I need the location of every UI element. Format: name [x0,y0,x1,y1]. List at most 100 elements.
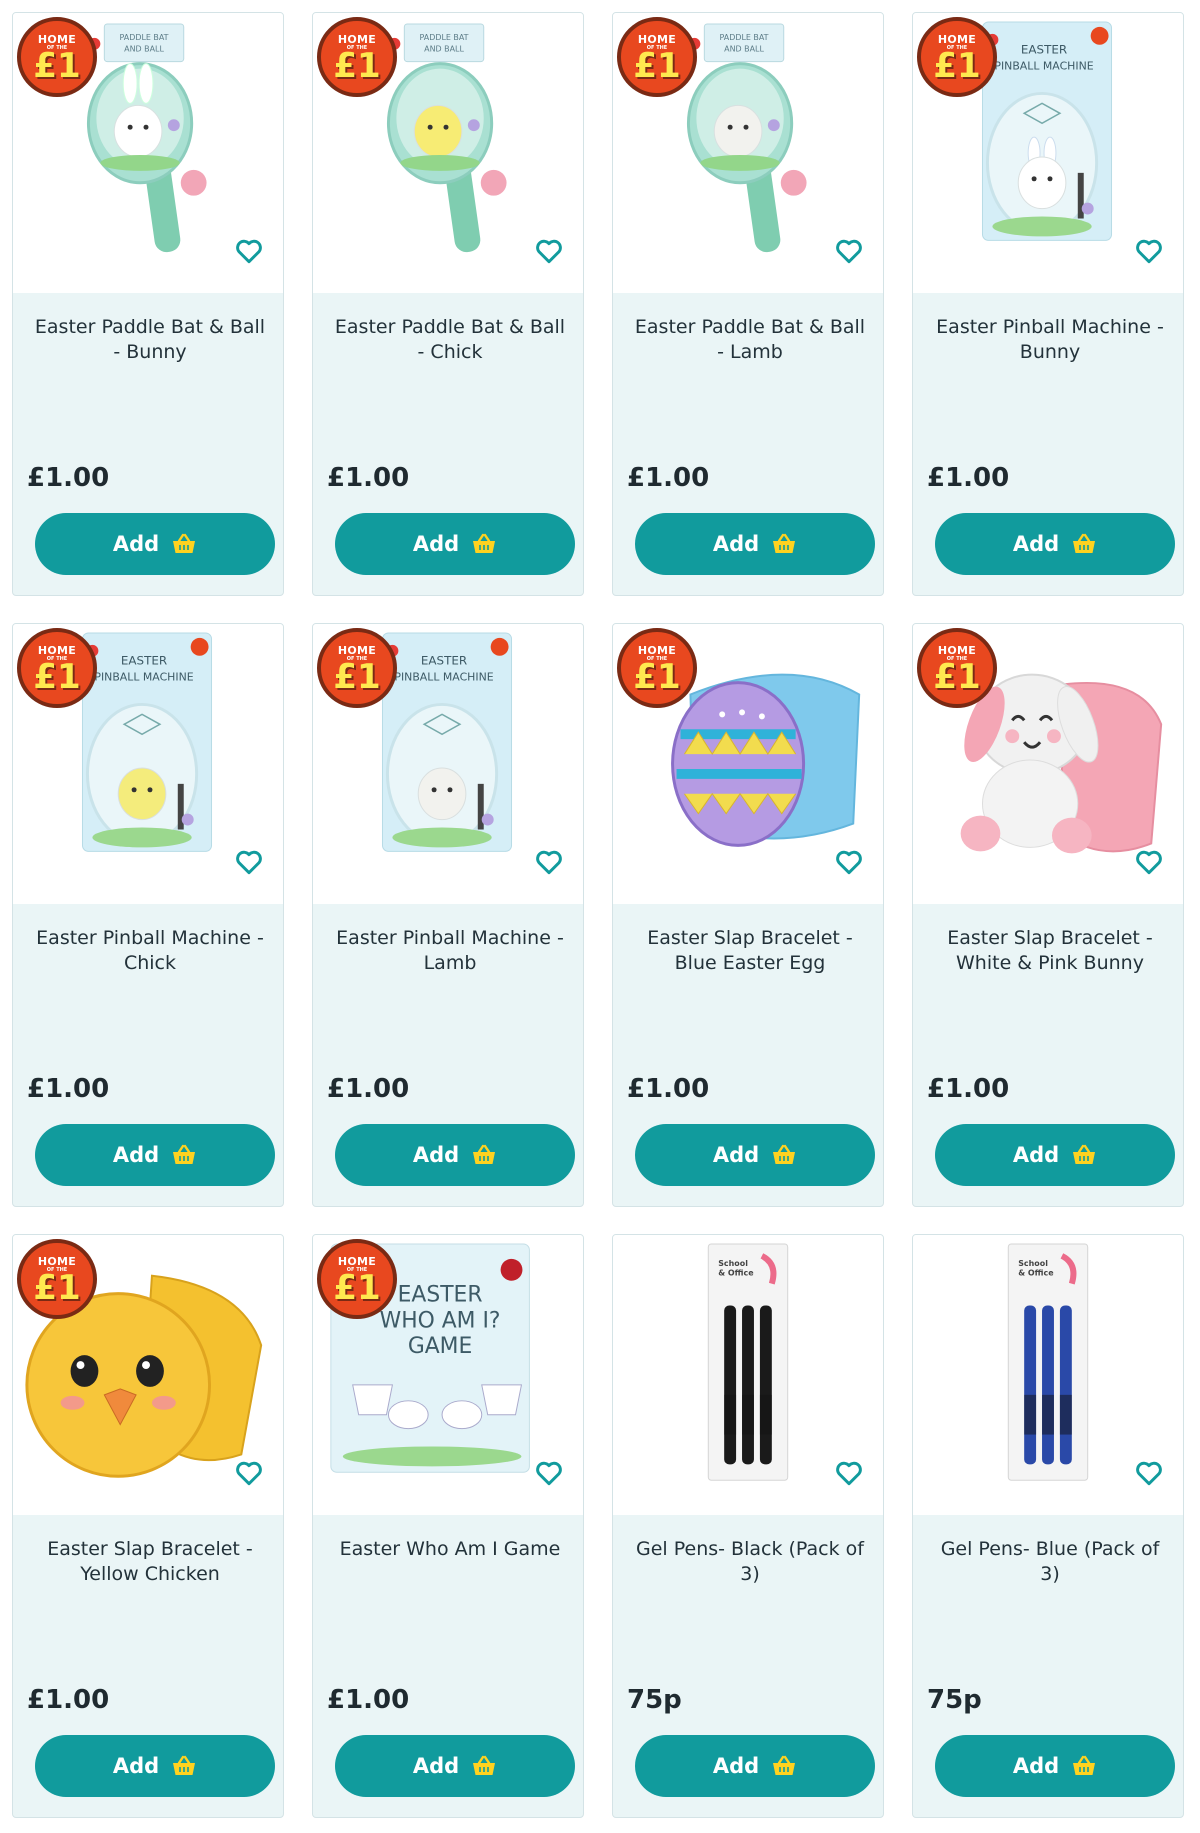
badge-top-text: HOME [337,33,377,46]
product-card[interactable]: EASTER PINBALL MACHINE HOME OF THE £1 Ea… [312,623,584,1207]
product-price: £1.00 [927,1074,1010,1104]
product-card[interactable]: HOME OF THE £1 Easter Slap Bracelet - Bl… [612,623,884,1207]
basket-icon [471,1755,497,1777]
product-card[interactable]: HOME OF THE £1 Easter Slap Bracelet - Ye… [12,1234,284,1818]
add-button-label: Add [412,1143,460,1167]
product-name[interactable]: Easter Slap Bracelet - Yellow Chicken [29,1537,271,1587]
product-name[interactable]: Easter Pinball Machine - Chick [29,926,271,976]
add-button-label: Add [112,532,160,556]
product-price: £1.00 [27,1074,110,1104]
badge-top-text: HOME [37,1255,77,1268]
wishlist-heart-icon[interactable] [833,1457,865,1489]
product-name[interactable]: Easter Paddle Bat & Ball - Bunny [29,315,271,365]
add-to-basket-button[interactable]: Add [635,1735,875,1797]
packaging-text: & Office [1018,1269,1053,1278]
basket-icon [1071,1144,1097,1166]
wishlist-heart-icon[interactable] [833,846,865,878]
add-to-basket-button[interactable]: Add [35,1124,275,1186]
product-price: 75p [627,1685,682,1715]
add-to-basket-button[interactable]: Add [635,513,875,575]
packaging-text: EASTER [121,654,167,668]
wishlist-heart-icon[interactable] [1133,235,1165,267]
badge-top-text: HOME [637,33,677,46]
badge-price-text: £1 [333,1268,381,1308]
add-button-label: Add [712,1754,760,1778]
wishlist-heart-icon[interactable] [533,235,565,267]
packaging-text: AND BALL [424,45,464,54]
wishlist-heart-icon[interactable] [533,846,565,878]
product-card[interactable]: PADDLE BAT AND BALL HOME OF THE £1 Easte… [312,12,584,596]
packaging-text: EASTER [421,654,467,668]
product-card[interactable]: HOME OF THE £1 Easter Slap Bracelet - Wh… [912,623,1184,1207]
basket-icon [471,533,497,555]
wishlist-heart-icon[interactable] [233,846,265,878]
add-to-basket-button[interactable]: Add [935,1735,1175,1797]
product-card[interactable]: EASTER PINBALL MACHINE HOME OF THE £1 Ea… [912,12,1184,596]
add-to-basket-button[interactable]: Add [635,1124,875,1186]
product-name[interactable]: Easter Pinball Machine - Lamb [329,926,571,976]
product-price: £1.00 [27,463,110,493]
badge-price-text: £1 [633,46,681,86]
badge-top-text: HOME [37,33,77,46]
add-to-basket-button[interactable]: Add [35,1735,275,1797]
product-card[interactable]: PADDLE BAT AND BALL HOME OF THE £1 Easte… [12,12,284,596]
badge-price-text: £1 [33,1268,81,1308]
product-name[interactable]: Easter Slap Bracelet - White & Pink Bunn… [929,926,1171,976]
product-price: £1.00 [627,463,710,493]
product-name[interactable]: Easter Pinball Machine - Bunny [929,315,1171,365]
home-of-the-pound-badge: HOME OF THE £1 [17,628,97,708]
wishlist-heart-icon[interactable] [1133,1457,1165,1489]
badge-top-text: HOME [37,644,77,657]
product-price: £1.00 [927,463,1010,493]
basket-icon [171,1144,197,1166]
product-price: 75p [927,1685,982,1715]
product-price: £1.00 [327,1074,410,1104]
home-of-the-pound-badge: HOME OF THE £1 [617,17,697,97]
packaging-text: GAME [408,1334,472,1359]
add-to-basket-button[interactable]: Add [35,513,275,575]
home-of-the-pound-badge: HOME OF THE £1 [317,1239,397,1319]
product-card[interactable]: School & Office Gel Pens- Blue (Pack of … [912,1234,1184,1818]
product-name[interactable]: Gel Pens- Blue (Pack of 3) [929,1537,1171,1587]
wishlist-heart-icon[interactable] [1133,846,1165,878]
basket-icon [1071,1755,1097,1777]
packaging-text: EASTER [1021,43,1067,57]
add-to-basket-button[interactable]: Add [335,1124,575,1186]
packaging-text: WHO AM I? [380,1308,501,1333]
badge-price-text: £1 [633,657,681,697]
badge-price-text: £1 [33,46,81,86]
packaging-text: & Office [718,1269,753,1278]
product-card[interactable]: PADDLE BAT AND BALL HOME OF THE £1 Easte… [612,12,884,596]
product-card[interactable]: School & Office Gel Pens- Black (Pack of… [612,1234,884,1818]
product-name[interactable]: Gel Pens- Black (Pack of 3) [629,1537,871,1587]
add-to-basket-button[interactable]: Add [935,1124,1175,1186]
add-button-label: Add [112,1143,160,1167]
badge-price-text: £1 [33,657,81,697]
basket-icon [771,1755,797,1777]
add-to-basket-button[interactable]: Add [335,513,575,575]
wishlist-heart-icon[interactable] [533,1457,565,1489]
packaging-text: School [718,1259,748,1268]
packaging-text: EASTER [398,1283,483,1308]
home-of-the-pound-badge: HOME OF THE £1 [917,628,997,708]
product-name[interactable]: Easter Who Am I Game [329,1537,571,1562]
product-name[interactable]: Easter Slap Bracelet - Blue Easter Egg [629,926,871,976]
badge-price-text: £1 [933,657,981,697]
add-to-basket-button[interactable]: Add [335,1735,575,1797]
packaging-text: PADDLE BAT [120,33,169,42]
wishlist-heart-icon[interactable] [233,235,265,267]
product-name[interactable]: Easter Paddle Bat & Ball - Lamb [629,315,871,365]
basket-icon [771,1144,797,1166]
product-card[interactable]: EASTER WHO AM I? GAME HOME OF THE £1 Eas… [312,1234,584,1818]
wishlist-heart-icon[interactable] [833,235,865,267]
basket-icon [171,533,197,555]
wishlist-heart-icon[interactable] [233,1457,265,1489]
product-card[interactable]: EASTER PINBALL MACHINE HOME OF THE £1 Ea… [12,623,284,1207]
basket-icon [471,1144,497,1166]
product-name[interactable]: Easter Paddle Bat & Ball - Chick [329,315,571,365]
badge-top-text: HOME [937,33,977,46]
home-of-the-pound-badge: HOME OF THE £1 [17,1239,97,1319]
badge-top-text: HOME [937,644,977,657]
add-to-basket-button[interactable]: Add [935,513,1175,575]
product-grid: PADDLE BAT AND BALL HOME OF THE £1 Easte… [0,0,1200,1833]
